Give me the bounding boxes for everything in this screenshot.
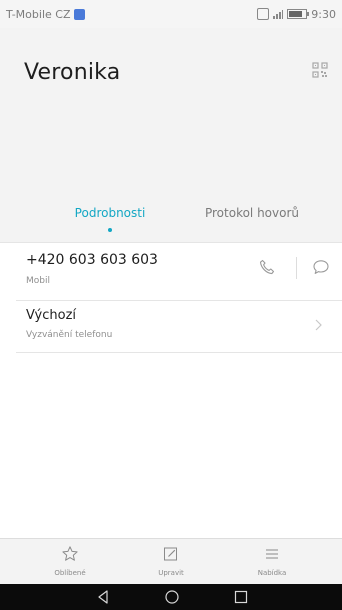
favorite-label: Oblíbené [54, 569, 86, 577]
battery-icon [287, 9, 310, 19]
contact-details: +420 603 603 603 Mobil Výchozí Vyzvánění… [0, 242, 342, 538]
menu-button[interactable]: Nabídka [232, 539, 312, 585]
actions-separator [296, 257, 297, 279]
phone-icon[interactable] [258, 258, 276, 276]
back-triangle-icon[interactable] [95, 589, 111, 605]
tab-details[interactable]: Podrobnosti [40, 206, 180, 238]
sim-icon [257, 8, 270, 20]
menu-icon [266, 549, 278, 559]
message-icon[interactable] [312, 258, 330, 276]
contact-name: Veronika [24, 60, 121, 85]
tab-details-label: Podrobnosti [74, 206, 146, 220]
edit-button[interactable]: Upravit [131, 539, 211, 585]
status-time: 9:30 [311, 7, 336, 21]
status-left: T-Mobile CZ [6, 7, 86, 21]
qr-code-icon[interactable] [312, 62, 328, 78]
carrier-badge-icon [74, 8, 86, 20]
ringtone-row[interactable]: Výchozí Vyzvánění telefonu [0, 300, 342, 352]
ringtone-title: Výchozí [26, 308, 77, 323]
bottom-action-bar: Oblíbené Upravit Nabídka [0, 538, 342, 584]
recents-square-icon[interactable] [233, 589, 249, 605]
battery-fill [289, 11, 303, 17]
tab-call-log-label: Protokol hovorů [204, 206, 300, 220]
ringtone-subtitle: Vyzvánění telefonu [26, 330, 113, 340]
carrier-name: T-Mobile CZ [6, 7, 71, 21]
star-icon [62, 546, 78, 561]
favorite-button[interactable]: Oblíbené [30, 539, 110, 585]
system-nav-bar [0, 584, 342, 610]
edit-label: Upravit [158, 569, 184, 577]
detail-tabs: Podrobnosti Protokol hovorů [0, 206, 342, 238]
divider [16, 352, 342, 353]
tab-active-indicator [108, 228, 112, 232]
status-bar: T-Mobile CZ 9:30 [0, 0, 342, 28]
menu-label: Nabídka [257, 569, 287, 577]
phone-row[interactable]: +420 603 603 603 Mobil [0, 242, 342, 300]
phone-number: +420 603 603 603 [26, 252, 158, 268]
signal-icon [273, 9, 284, 19]
phone-type: Mobil [26, 276, 50, 286]
contact-header: Veronika Podrobnosti Protokol hovorů [0, 28, 342, 242]
home-circle-icon[interactable] [164, 589, 180, 605]
edit-icon [164, 547, 177, 561]
chevron-right-icon [315, 319, 322, 331]
tab-call-log[interactable]: Protokol hovorů [182, 206, 322, 238]
status-right: 9:30 [257, 8, 336, 21]
